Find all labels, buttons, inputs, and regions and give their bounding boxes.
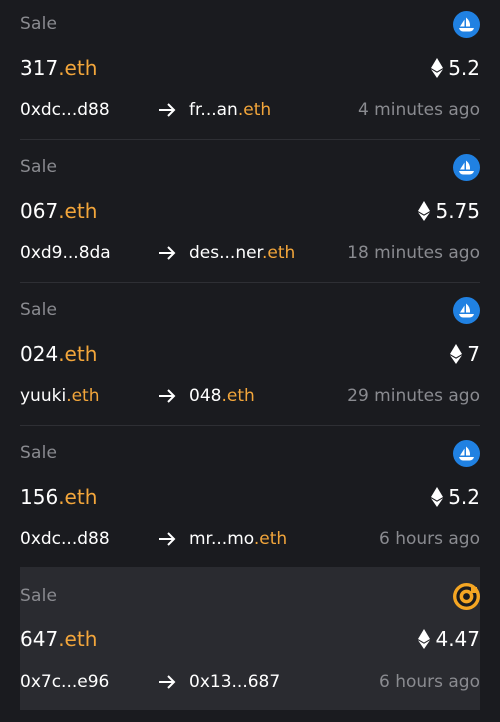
event-type: Sale <box>20 300 58 320</box>
to-address[interactable]: des...ner.eth <box>189 243 295 263</box>
domain-name[interactable]: 156.eth <box>20 485 97 509</box>
timestamp[interactable]: 4 minutes ago <box>358 100 480 120</box>
x2y2-icon[interactable] <box>453 583 480 610</box>
arrow-right-icon <box>159 675 176 689</box>
timestamp[interactable]: 6 hours ago <box>379 672 480 692</box>
activity-row[interactable]: Sale 024.eth 7 yuuki.eth 048.eth 29 minu… <box>0 286 500 429</box>
sale-price: 7 <box>450 342 480 366</box>
arrow-right-icon <box>159 389 176 403</box>
arrow-right-icon <box>159 103 176 117</box>
to-address[interactable]: 0x13...687 <box>189 672 280 692</box>
to-address[interactable]: fr...an.eth <box>189 100 271 120</box>
from-address[interactable]: yuuki.eth <box>20 386 100 406</box>
opensea-icon[interactable] <box>453 440 480 467</box>
domain-name[interactable]: 317.eth <box>20 56 97 80</box>
from-address[interactable]: 0x7c...e96 <box>20 672 109 692</box>
arrow-right-icon <box>159 532 176 546</box>
sale-price: 4.47 <box>418 627 480 651</box>
timestamp[interactable]: 18 minutes ago <box>347 243 480 263</box>
timestamp[interactable]: 29 minutes ago <box>347 386 480 406</box>
event-type: Sale <box>20 443 58 463</box>
divider <box>20 139 480 140</box>
to-address[interactable]: mr...mo.eth <box>189 529 287 549</box>
activity-row[interactable]: Sale 317.eth 5.2 0xdc...d88 fr...an.eth … <box>0 0 500 143</box>
from-address[interactable]: 0xd9...8da <box>20 243 111 263</box>
event-type: Sale <box>20 586 58 606</box>
activity-row[interactable]: Sale 156.eth 5.2 0xdc...d88 mr...mo.eth … <box>0 429 500 572</box>
divider <box>20 425 480 426</box>
sale-price: 5.2 <box>431 56 480 80</box>
ethereum-icon <box>418 629 431 649</box>
opensea-icon[interactable] <box>453 11 480 38</box>
timestamp[interactable]: 6 hours ago <box>379 529 480 549</box>
activity-row[interactable]: Sale 647.eth 4.47 0x7c...e96 0x13...687 … <box>0 567 500 710</box>
activity-row[interactable]: Sale 067.eth 5.75 0xd9...8da des...ner.e… <box>0 143 500 286</box>
activity-feed: Sale 317.eth 5.2 0xdc...d88 fr...an.eth … <box>0 0 500 722</box>
sale-price: 5.75 <box>418 199 480 223</box>
opensea-icon[interactable] <box>453 154 480 181</box>
ethereum-icon <box>431 58 444 78</box>
ethereum-icon <box>418 201 431 221</box>
domain-name[interactable]: 647.eth <box>20 627 97 651</box>
from-address[interactable]: 0xdc...d88 <box>20 100 110 120</box>
event-type: Sale <box>20 157 58 177</box>
sale-price: 5.2 <box>431 485 480 509</box>
ethereum-icon <box>450 344 463 364</box>
domain-name[interactable]: 067.eth <box>20 199 97 223</box>
arrow-right-icon <box>159 246 176 260</box>
event-type: Sale <box>20 14 58 34</box>
domain-name[interactable]: 024.eth <box>20 342 97 366</box>
ethereum-icon <box>431 487 444 507</box>
divider <box>20 282 480 283</box>
from-address[interactable]: 0xdc...d88 <box>20 529 110 549</box>
to-address[interactable]: 048.eth <box>189 386 255 406</box>
opensea-icon[interactable] <box>453 297 480 324</box>
